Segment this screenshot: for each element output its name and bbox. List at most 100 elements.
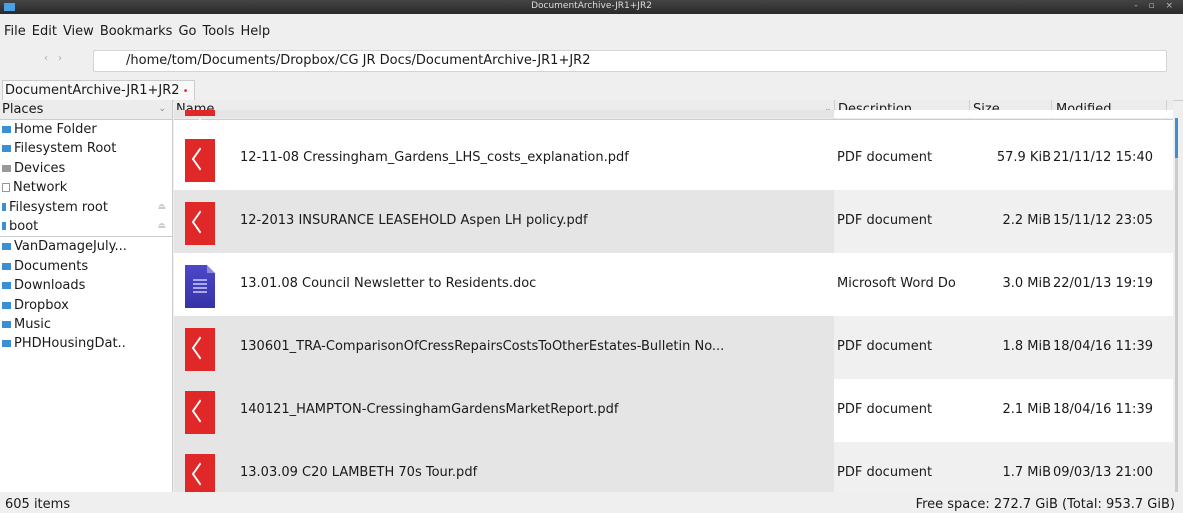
sidebar-item-vandamagejuly[interactable]: VanDamageJuly... bbox=[0, 237, 172, 256]
file-size: 1.8 MiB bbox=[1002, 339, 1051, 354]
sidebar-item-label: Devices bbox=[14, 160, 66, 176]
file-size: 2.2 MiB bbox=[1002, 213, 1051, 228]
sidebar-item-music[interactable]: Music bbox=[0, 315, 172, 334]
tab-label: DocumentArchive-JR1+JR2 bbox=[5, 83, 180, 98]
sidebar-item-network[interactable]: Network bbox=[0, 178, 172, 197]
sidebar-item-home-folder[interactable]: Home Folder bbox=[0, 120, 172, 139]
file-modified: 22/01/13 19:19 bbox=[1053, 276, 1153, 291]
file-size: 2.1 MiB bbox=[1002, 402, 1051, 417]
chevron-down-icon[interactable]: ⌄ bbox=[158, 100, 166, 119]
places-sidebar: Places ⌄ Home Folder Filesystem Root Dev… bbox=[0, 100, 173, 492]
file-name: 12-2013 INSURANCE LEASEHOLD Aspen LH pol… bbox=[240, 213, 588, 228]
devices-icon bbox=[2, 164, 11, 172]
table-row[interactable]: 12-2013 INSURANCE LEASEHOLD Aspen LH pol… bbox=[174, 190, 1173, 253]
free-space: Free space: 272.7 GiB (Total: 953.7 GiB) bbox=[915, 497, 1175, 512]
menu-edit[interactable]: Edit bbox=[32, 24, 57, 39]
places-header[interactable]: Places ⌄ bbox=[0, 100, 172, 120]
menu-go[interactable]: Go bbox=[178, 24, 196, 39]
sidebar-item-label: Home Folder bbox=[14, 122, 97, 137]
sidebar-item-label: Filesystem Root bbox=[14, 141, 117, 157]
sidebar-item-label: Dropbox bbox=[14, 297, 69, 313]
sidebar-item-label: VanDamageJuly... bbox=[14, 239, 127, 255]
pdf-file-icon bbox=[185, 202, 215, 245]
folder-icon bbox=[2, 243, 11, 251]
folder-icon bbox=[2, 282, 11, 290]
menu-file[interactable]: File bbox=[4, 24, 26, 39]
pdf-file-icon bbox=[185, 328, 215, 371]
file-description: PDF document bbox=[837, 465, 933, 480]
drive-icon bbox=[2, 222, 6, 231]
pdf-file-icon bbox=[185, 391, 215, 434]
menu-view[interactable]: View bbox=[63, 24, 94, 39]
sidebar-item-label: PHDHousingDat.. bbox=[14, 336, 126, 352]
scrollbar-thumb[interactable] bbox=[1175, 118, 1178, 158]
file-name: 13.03.09 C20 LAMBETH 70s Tour.pdf bbox=[240, 465, 478, 480]
title-bar: DocumentArchive-JR1+JR2 - ▫ × bbox=[0, 0, 1183, 14]
tab-document-archive[interactable]: DocumentArchive-JR1+JR2 • bbox=[2, 80, 196, 100]
folder-icon bbox=[2, 262, 11, 270]
file-modified: 09/03/13 21:00 bbox=[1053, 465, 1153, 480]
window-title: DocumentArchive-JR1+JR2 bbox=[531, 1, 652, 11]
file-name: 13.01.08 Council Newsletter to Residents… bbox=[240, 276, 537, 291]
pdf-file-icon bbox=[185, 139, 215, 182]
file-size: 3.0 MiB bbox=[1002, 276, 1051, 291]
file-description: Microsoft Word Do bbox=[837, 276, 956, 291]
file-description: PDF document bbox=[837, 213, 933, 228]
sidebar-item-label: Music bbox=[14, 316, 51, 332]
menu-tools[interactable]: Tools bbox=[202, 24, 234, 39]
table-row[interactable]: 12-11-08 Cressingham_Gardens_LHS_costs_e… bbox=[174, 127, 1173, 190]
pdf-file-icon bbox=[185, 454, 215, 492]
sidebar-item-label: Downloads bbox=[14, 278, 86, 294]
sidebar-item-downloads[interactable]: Downloads bbox=[0, 276, 172, 295]
table-row[interactable]: 130601_TRA-ComparisonOfCressRepairsCosts… bbox=[174, 316, 1173, 379]
folder-icon bbox=[2, 320, 11, 328]
file-size: 1.7 MiB bbox=[1002, 465, 1051, 480]
sidebar-item-label: Network bbox=[13, 180, 68, 196]
eject-icon[interactable]: ⏏ bbox=[157, 198, 166, 217]
folder-icon bbox=[2, 126, 11, 133]
folder-icon bbox=[2, 145, 11, 153]
sidebar-item-label: Filesystem root bbox=[9, 199, 108, 215]
menu-bookmarks[interactable]: Bookmarks bbox=[100, 24, 173, 39]
file-modified: 21/11/12 15:40 bbox=[1053, 150, 1153, 165]
network-icon bbox=[2, 183, 10, 193]
sidebar-item-dropbox[interactable]: Dropbox bbox=[0, 296, 172, 315]
sidebar-item-label: Documents bbox=[14, 258, 89, 274]
menu-bar: File Edit View Bookmarks Go Tools Help bbox=[4, 24, 276, 44]
file-name: 130601_TRA-ComparisonOfCressRepairsCosts… bbox=[240, 339, 725, 354]
path-input[interactable]: /home/tom/Documents/Dropbox/CG JR Docs/D… bbox=[93, 50, 1167, 72]
drive-icon bbox=[2, 203, 6, 212]
vertical-scrollbar[interactable] bbox=[1175, 118, 1178, 492]
sidebar-item-filesystem-root[interactable]: Filesystem Root bbox=[0, 139, 172, 158]
forward-icon[interactable]: › bbox=[58, 53, 62, 64]
folder-icon bbox=[2, 340, 11, 348]
file-list-view[interactable]: Name ⌄ Description Size Modified 12-11-0… bbox=[174, 100, 1173, 492]
table-row[interactable]: 13.03.09 C20 LAMBETH 70s Tour.pdf PDF do… bbox=[174, 442, 1173, 492]
sidebar-item-documents[interactable]: Documents bbox=[0, 257, 172, 276]
table-row[interactable]: 13.01.08 Council Newsletter to Residents… bbox=[174, 253, 1173, 316]
word-document-icon bbox=[185, 265, 215, 308]
table-row[interactable] bbox=[174, 110, 1173, 118]
back-icon[interactable]: ‹ bbox=[44, 53, 48, 64]
file-name: 12-11-08 Cressingham_Gardens_LHS_costs_e… bbox=[240, 150, 629, 165]
sidebar-item-filesystem-root-drive[interactable]: Filesystem root ⏏ bbox=[0, 198, 172, 217]
menu-help[interactable]: Help bbox=[241, 24, 271, 39]
file-modified: 18/04/16 11:39 bbox=[1053, 402, 1153, 417]
tab-bar: DocumentArchive-JR1+JR2 • bbox=[0, 78, 1183, 101]
places-header-label: Places bbox=[2, 102, 44, 117]
file-description: PDF document bbox=[837, 150, 933, 165]
folder-icon bbox=[2, 301, 11, 309]
status-bar: 605 items Free space: 272.7 GiB (Total: … bbox=[0, 496, 1183, 513]
table-row[interactable]: 140121_HAMPTON-CressinghamGardensMarketR… bbox=[174, 379, 1173, 442]
eject-icon[interactable]: ⏏ bbox=[157, 217, 166, 236]
sidebar-item-phdhousingdat[interactable]: PHDHousingDat.. bbox=[0, 334, 172, 353]
file-modified: 15/11/12 23:05 bbox=[1053, 213, 1153, 228]
file-modified: 18/04/16 11:39 bbox=[1053, 339, 1153, 354]
location-bar: ‹ › /home/tom/Documents/Dropbox/CG JR Do… bbox=[10, 50, 1167, 72]
modified-dot-icon: • bbox=[182, 86, 189, 97]
sidebar-item-boot[interactable]: boot ⏏ bbox=[0, 217, 172, 236]
file-name: 140121_HAMPTON-CressinghamGardensMarketR… bbox=[240, 402, 619, 417]
file-size: 57.9 KiB bbox=[996, 150, 1051, 165]
sidebar-item-devices[interactable]: Devices bbox=[0, 159, 172, 178]
window-controls[interactable]: - ▫ × bbox=[1134, 1, 1177, 11]
